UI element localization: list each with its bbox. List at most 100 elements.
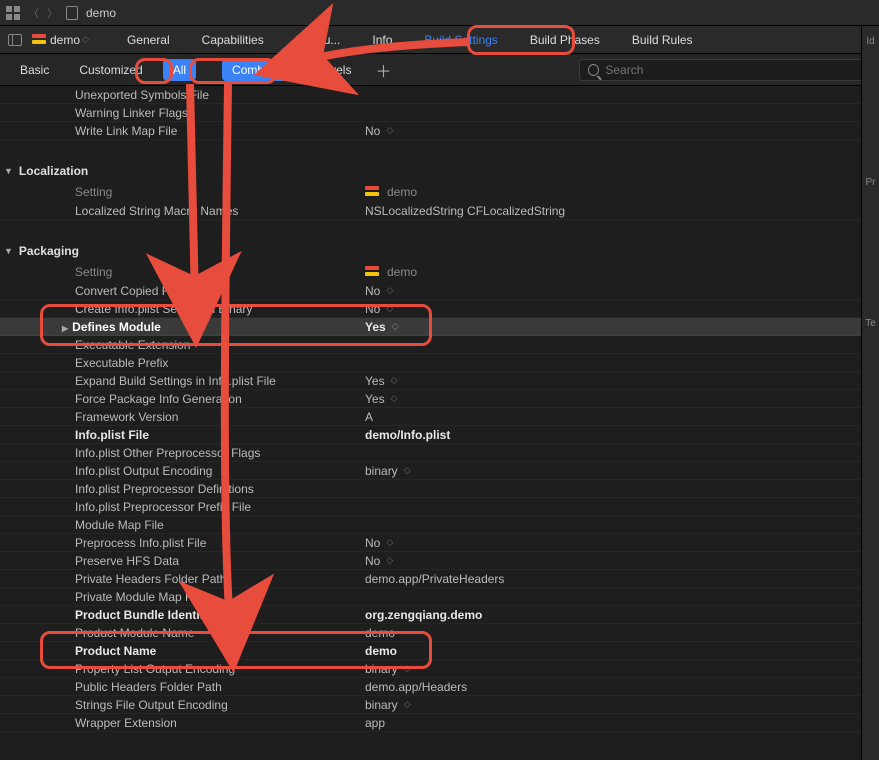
- tab-info[interactable]: Info: [356, 27, 408, 53]
- setting-key: Product Name: [0, 644, 365, 658]
- setting-key: Product Module Name: [0, 626, 365, 640]
- setting-value[interactable]: org.zengqiang.demo: [365, 608, 879, 622]
- setting-row[interactable]: Module Map File: [0, 516, 879, 534]
- setting-key: Info.plist Output Encoding: [0, 464, 365, 478]
- setting-row[interactable]: Info.plist Output Encodingbinary◇: [0, 462, 879, 480]
- setting-value[interactable]: demo.app/Headers: [365, 680, 879, 694]
- setting-row[interactable]: Wrapper Extensionapp: [0, 714, 879, 732]
- disclosure-triangle-icon[interactable]: ▼: [4, 166, 13, 176]
- tab-build-settings[interactable]: Build Settings: [408, 27, 513, 53]
- column-header: Setting demo: [0, 262, 879, 282]
- setting-row[interactable]: Private Headers Folder Pathdemo.app/Priv…: [0, 570, 879, 588]
- filter-basic[interactable]: Basic: [10, 59, 59, 81]
- setting-value[interactable]: demo/Info.plist: [365, 428, 879, 442]
- setting-key: Product Bundle Identifier: [0, 608, 365, 622]
- target-name-label: demo: [50, 33, 80, 47]
- setting-value[interactable]: NSLocalizedString CFLocalizedString: [365, 204, 879, 218]
- setting-key: Expand Build Settings in Info.plist File: [0, 374, 365, 388]
- nav-forward-icon[interactable]: 〉: [47, 5, 58, 21]
- setting-row-product-name[interactable]: Product Namedemo: [0, 642, 879, 660]
- setting-key: Defines Module: [0, 320, 365, 334]
- setting-row[interactable]: Info.plist Preprocessor Definitions: [0, 480, 879, 498]
- setting-row[interactable]: Executable Extension: [0, 336, 879, 354]
- setting-value[interactable]: No◇: [365, 554, 879, 568]
- setting-key: Preprocess Info.plist File: [0, 536, 365, 550]
- setting-key: Strings File Output Encoding: [0, 698, 365, 712]
- setting-row[interactable]: Info.plist Preprocessor Prefix File: [0, 498, 879, 516]
- tab-general[interactable]: General: [111, 27, 186, 53]
- header-target: demo: [387, 185, 417, 199]
- add-filter-button[interactable]: ＋: [375, 58, 391, 82]
- setting-value[interactable]: Yes◇: [365, 374, 879, 388]
- setting-key: Warning Linker Flags: [0, 106, 365, 120]
- setting-key: Wrapper Extension: [0, 716, 365, 730]
- setting-row[interactable]: Create Info.plist Section in BinaryNo◇: [0, 300, 879, 318]
- target-selector[interactable]: demo ◇: [28, 33, 99, 47]
- setting-row[interactable]: Localized String Macro Names NSLocalized…: [0, 202, 879, 220]
- section-localization[interactable]: ▼ Localization: [0, 160, 879, 182]
- setting-row[interactable]: Framework VersionA: [0, 408, 879, 426]
- setting-row[interactable]: Info.plist Filedemo/Info.plist: [0, 426, 879, 444]
- setting-key: Executable Extension: [0, 338, 365, 352]
- target-tabs-bar: demo ◇ General Capabilities Resou... Inf…: [0, 26, 879, 54]
- setting-value[interactable]: Yes◇: [365, 320, 879, 334]
- setting-row[interactable]: Unexported Symbols File: [0, 86, 879, 104]
- setting-row[interactable]: Force Package Info GenerationYes◇: [0, 390, 879, 408]
- setting-value[interactable]: demo: [365, 626, 879, 640]
- setting-row[interactable]: Convert Copied FilesNo◇: [0, 282, 879, 300]
- setting-row[interactable]: Write Link Map File No◇: [0, 122, 879, 140]
- setting-row[interactable]: Warning Linker Flags: [0, 104, 879, 122]
- setting-value[interactable]: No◇: [365, 284, 879, 298]
- tab-build-rules[interactable]: Build Rules: [616, 27, 709, 53]
- setting-value[interactable]: demo: [365, 644, 879, 658]
- setting-key: Force Package Info Generation: [0, 392, 365, 406]
- setting-row[interactable]: Property List Output Encodingbinary◇: [0, 660, 879, 678]
- setting-row[interactable]: Expand Build Settings in Info.plist File…: [0, 372, 879, 390]
- setting-key: Public Headers Folder Path: [0, 680, 365, 694]
- settings-content: Unexported Symbols File Warning Linker F…: [0, 86, 879, 732]
- tab-resource-tags[interactable]: Resou...: [280, 27, 357, 53]
- setting-value[interactable]: No◇: [365, 124, 879, 138]
- nav-back-icon[interactable]: 〈: [28, 5, 39, 21]
- setting-value[interactable]: binary◇: [365, 464, 879, 478]
- filter-combined[interactable]: Combined: [222, 59, 297, 81]
- apps-grid-icon[interactable]: [6, 6, 20, 20]
- filter-all[interactable]: All: [163, 59, 196, 81]
- setting-row[interactable]: Product Module Namedemo: [0, 624, 879, 642]
- filter-customized[interactable]: Customized: [69, 59, 152, 81]
- setting-row[interactable]: Private Module Map File: [0, 588, 879, 606]
- setting-row[interactable]: Product Bundle Identifierorg.zengqiang.d…: [0, 606, 879, 624]
- filter-levels[interactable]: Levels: [307, 59, 362, 81]
- setting-key: Info.plist Other Preprocessor Flags: [0, 446, 365, 460]
- search-input[interactable]: [605, 63, 860, 77]
- search-icon: [588, 64, 599, 76]
- setting-row[interactable]: Preserve HFS DataNo◇: [0, 552, 879, 570]
- section-packaging[interactable]: ▼ Packaging: [0, 240, 879, 262]
- header-setting: Setting: [0, 265, 365, 279]
- setting-row[interactable]: Preprocess Info.plist FileNo◇: [0, 534, 879, 552]
- setting-value[interactable]: binary◇: [365, 698, 879, 712]
- inspector-strip[interactable]: Id Pr Te: [861, 26, 879, 760]
- setting-value[interactable]: No◇: [365, 302, 879, 316]
- search-field[interactable]: [579, 59, 869, 81]
- disclosure-triangle-icon[interactable]: ▼: [4, 246, 13, 256]
- tab-capabilities[interactable]: Capabilities: [186, 27, 280, 53]
- panel-toggle-icon[interactable]: [8, 34, 22, 46]
- setting-row[interactable]: Public Headers Folder Pathdemo.app/Heade…: [0, 678, 879, 696]
- setting-key: Convert Copied Files: [0, 284, 365, 298]
- setting-row-defines-module[interactable]: Defines ModuleYes◇: [0, 318, 879, 336]
- setting-value[interactable]: A: [365, 410, 879, 424]
- setting-value[interactable]: app: [365, 716, 879, 730]
- setting-value[interactable]: No◇: [365, 536, 879, 550]
- setting-key: Write Link Map File: [0, 124, 365, 138]
- setting-row[interactable]: Executable Prefix: [0, 354, 879, 372]
- setting-row[interactable]: Info.plist Other Preprocessor Flags: [0, 444, 879, 462]
- setting-value[interactable]: binary◇: [365, 662, 879, 676]
- breadcrumb-file[interactable]: demo: [86, 6, 116, 20]
- setting-key: Preserve HFS Data: [0, 554, 365, 568]
- setting-value[interactable]: demo.app/PrivateHeaders: [365, 572, 879, 586]
- setting-value[interactable]: Yes◇: [365, 392, 879, 406]
- setting-row[interactable]: Strings File Output Encodingbinary◇: [0, 696, 879, 714]
- tab-build-phases[interactable]: Build Phases: [514, 27, 616, 53]
- setting-key: Localized String Macro Names: [0, 204, 365, 218]
